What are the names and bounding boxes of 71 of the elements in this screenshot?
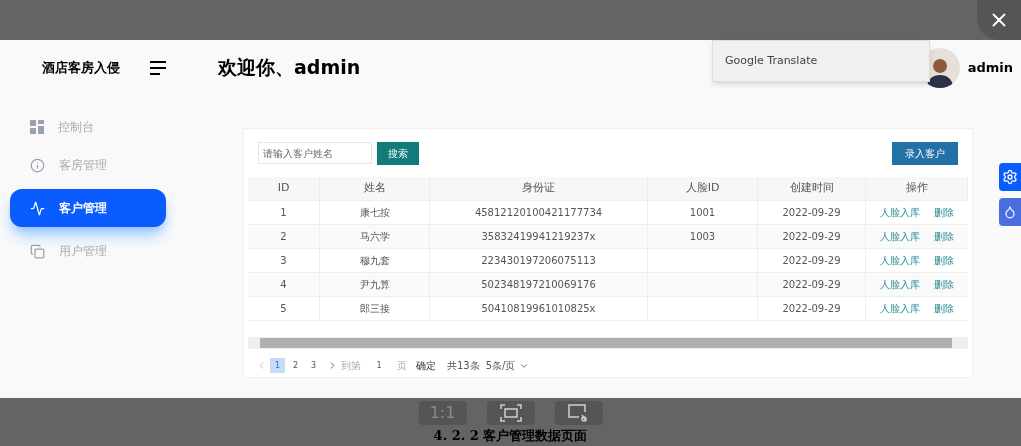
table-cell-text: 223430197206075113 <box>481 254 596 268</box>
delete-link[interactable]: 删除 <box>934 205 954 220</box>
fit-button[interactable] <box>486 401 535 425</box>
face-enroll-link[interactable]: 人脸入库 <box>880 205 920 220</box>
table-cell-text: 马六学 <box>359 230 390 244</box>
sidebar-item[interactable]: 用户管理 <box>10 237 166 265</box>
add-customer-button[interactable]: 录入客户 <box>892 141 958 165</box>
column-header: 姓名 <box>363 180 386 197</box>
table-cell-text: 1 <box>280 206 287 220</box>
delete-link[interactable]: 删除 <box>934 253 954 268</box>
screenshot-button[interactable] <box>554 401 603 425</box>
total-count: 共13条 <box>447 359 480 373</box>
face-enroll-link[interactable]: 人脸入库 <box>880 253 920 268</box>
table-cell-text: 2022-09-29 <box>782 278 841 292</box>
table-cell-text: 2 <box>280 230 287 244</box>
table-cell-text: 郎三接 <box>359 302 390 316</box>
sidebar-item[interactable]: 控制台 <box>10 113 166 141</box>
info-icon <box>30 157 45 173</box>
page-button[interactable]: 1 <box>270 358 285 373</box>
settings-button[interactable] <box>999 163 1021 191</box>
theme-button[interactable] <box>999 198 1021 226</box>
column-header: 身份证 <box>522 180 555 197</box>
table-cell-text: 5 <box>280 302 287 316</box>
table-cell-text: 4 <box>280 278 287 292</box>
column-header: 创建时间 <box>789 180 834 197</box>
pulse-icon <box>30 200 45 216</box>
sidebar-item[interactable]: 客房管理 <box>10 151 166 179</box>
table-cell-text: 35832419941219237x <box>481 230 596 244</box>
face-enroll-link[interactable]: 人脸入库 <box>880 301 920 316</box>
table-cell-text: 45812120100421177734 <box>474 206 603 220</box>
table-cell-text: 502348197210069176 <box>481 278 596 292</box>
sidebar-item[interactable]: 客户管理 <box>10 189 166 227</box>
figure-caption: 4. 2. 2 客户管理数据页面 <box>433 427 588 445</box>
table-cell-text: 2022-09-29 <box>782 254 841 268</box>
copy-icon <box>30 243 45 259</box>
page-unit-label: 页 <box>397 359 407 373</box>
delete-link[interactable]: 删除 <box>934 301 954 316</box>
table-cell-text: 2022-09-29 <box>782 206 841 220</box>
close-button[interactable] <box>977 0 1021 40</box>
delete-link[interactable]: 删除 <box>934 229 954 244</box>
face-enroll-link[interactable]: 人脸入库 <box>880 229 920 244</box>
menu-button[interactable] <box>150 60 166 75</box>
goto-label: 到第 <box>341 359 361 373</box>
table-cell-text: 1001 <box>689 206 716 220</box>
brand-title: 酒店客房入侵 <box>42 58 121 77</box>
column-header: ID <box>277 180 290 197</box>
settings-icon <box>1002 169 1018 185</box>
column-header: 人脸ID <box>685 180 720 197</box>
table-cell-text: 穆九套 <box>359 254 390 268</box>
table-cell-text: 康七按 <box>359 206 390 220</box>
table-cell-text: 1003 <box>689 230 716 244</box>
table-cell-text: 2022-09-29 <box>782 302 841 316</box>
screen-scissors-icon <box>567 404 590 422</box>
table-cell-text: 尹九算 <box>359 278 390 292</box>
translate-popup: Google Translate <box>712 40 930 82</box>
column-header: 操作 <box>905 180 928 197</box>
table-cell-text: 2022-09-29 <box>782 230 841 244</box>
table-cell-text: 50410819961010825x <box>481 302 596 316</box>
welcome-title: 欢迎你、admin <box>218 55 361 81</box>
search-button[interactable]: 搜索 <box>377 141 419 165</box>
droplet-icon <box>1003 205 1017 219</box>
user-name: admin <box>967 58 1013 77</box>
face-enroll-link[interactable]: 人脸入库 <box>880 277 920 292</box>
search-field[interactable]: 请输入客户姓名 <box>258 142 372 164</box>
horizontal-scrollbar[interactable] <box>248 337 968 349</box>
page-button[interactable]: 2 <box>288 358 303 373</box>
dashboard-icon <box>30 120 44 134</box>
page-button[interactable]: 3 <box>306 358 321 373</box>
table-cell-text: 3 <box>280 254 287 268</box>
delete-link[interactable]: 删除 <box>934 277 954 292</box>
fit-icon <box>499 404 522 422</box>
